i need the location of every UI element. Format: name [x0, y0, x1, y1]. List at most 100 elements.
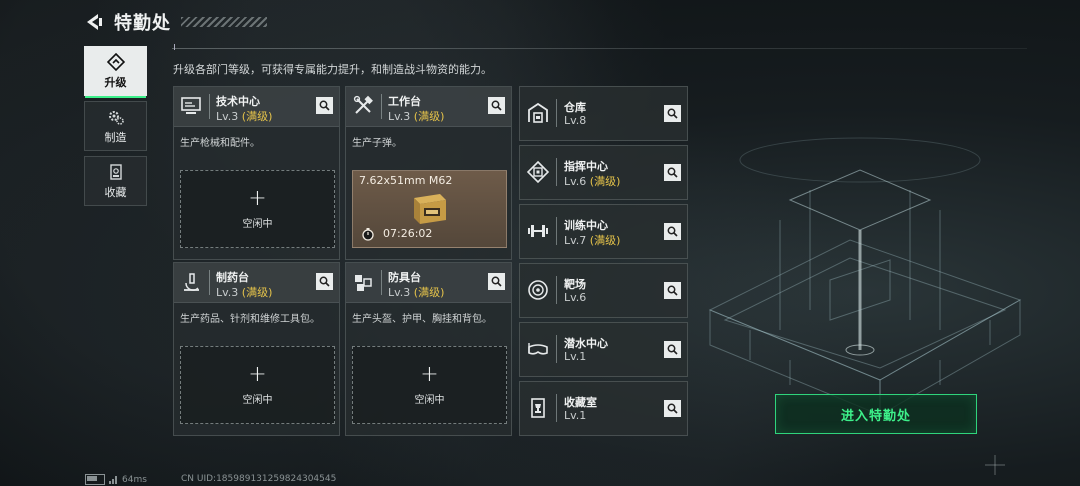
production-item-name: 7.62x51mm M62 — [359, 174, 453, 187]
card-separator — [209, 270, 210, 295]
facility-name: 指挥中心 — [564, 160, 608, 173]
slot-status: 空闲中 — [242, 218, 273, 230]
warehouse-icon — [528, 102, 548, 123]
search-icon — [491, 276, 502, 287]
card-description: 生产头盔、护甲、胸挂和背包。 — [352, 314, 492, 325]
level-value: Lv.3 — [216, 110, 239, 123]
card-separator — [209, 94, 210, 119]
inspect-button[interactable] — [664, 105, 681, 122]
maxed-badge: (满级) — [413, 110, 445, 123]
row-separator — [556, 158, 557, 186]
plus-icon: + — [248, 361, 267, 387]
workstation-card-tech-center: 技术中心 Lv.3 (满级) 生产枪械和配件。 + 空闲中 — [173, 86, 340, 260]
production-slot-empty[interactable]: + 空闲中 — [180, 170, 335, 248]
back-arrow-icon[interactable] — [84, 12, 104, 32]
facility-name: 训练中心 — [564, 219, 608, 232]
card-title: 工作台 — [388, 95, 421, 108]
facility-level: Lv.8 — [564, 114, 586, 127]
inspect-button[interactable] — [664, 282, 681, 299]
facility-level: Lv.7 (满级) — [564, 232, 620, 248]
facility-level: Lv.6 — [564, 291, 586, 304]
slot-status: 空闲中 — [242, 394, 273, 406]
level-value: Lv.3 — [388, 286, 411, 299]
level-value: Lv.1 — [564, 409, 587, 422]
card-header: 防具台 Lv.3 (满级) — [346, 263, 511, 303]
row-separator — [556, 276, 557, 304]
production-slot-empty[interactable]: + 空闲中 — [180, 346, 335, 424]
timer-icon — [362, 228, 374, 241]
inspect-button[interactable] — [316, 97, 333, 114]
building-illustration — [708, 137, 1022, 416]
search-icon — [319, 100, 330, 111]
search-icon — [667, 285, 678, 296]
facility-row-warehouse[interactable]: 仓库 Lv.8 — [519, 86, 688, 141]
workstation-card-armor: 防具台 Lv.3 (满级) 生产头盔、护甲、胸挂和背包。 + 空闲中 — [345, 262, 512, 436]
tab-manufacture[interactable]: 制造 — [84, 101, 147, 151]
crosshair-icon — [985, 455, 1005, 475]
level-value: Lv.6 — [564, 175, 587, 188]
inspect-button[interactable] — [664, 341, 681, 358]
maxed-badge: (满级) — [241, 110, 273, 123]
tab-manufacture-label: 制造 — [104, 130, 127, 144]
chip-icon — [526, 160, 550, 184]
card-description: 生产药品、针剂和维修工具包。 — [180, 314, 320, 325]
facility-row-diving-center[interactable]: 潜水中心 Lv.1 — [519, 322, 688, 377]
inspect-button[interactable] — [488, 273, 505, 290]
page-title: 特勤处 — [114, 13, 171, 34]
tab-upgrade[interactable]: 升级 — [84, 46, 147, 98]
page-header: 特勤处 — [84, 8, 267, 36]
level-value: Lv.8 — [564, 114, 587, 127]
tab-collection[interactable]: 收藏 — [84, 156, 147, 206]
facility-row-collection-room[interactable]: 收藏室 Lv.1 — [519, 381, 688, 436]
facility-row-training-center[interactable]: 训练中心 Lv.7 (满级) — [519, 204, 688, 259]
dumbbell-icon — [528, 225, 548, 237]
search-icon — [667, 344, 678, 355]
tools-icon — [353, 95, 373, 114]
production-slot-empty[interactable]: + 空闲中 — [352, 346, 507, 424]
inspect-button[interactable] — [664, 223, 681, 240]
collection-icon — [109, 163, 122, 180]
level-value: Lv.1 — [564, 350, 587, 363]
ammo-box-icon — [414, 194, 446, 224]
inspect-button[interactable] — [488, 97, 505, 114]
maxed-badge: (满级) — [589, 175, 621, 188]
monitor-icon — [181, 97, 201, 114]
level-value: Lv.3 — [388, 110, 411, 123]
gears-icon — [108, 110, 124, 125]
signal-icon — [109, 476, 117, 484]
user-uid: CN UID:1859891312598243045​45 — [181, 474, 337, 484]
title-decoration — [181, 17, 267, 27]
search-icon — [667, 403, 678, 414]
tab-upgrade-label: 升级 — [104, 75, 127, 89]
microscope-icon — [184, 273, 199, 291]
facility-level: Lv.1 — [564, 350, 586, 363]
facility-name: 收藏室 — [564, 396, 597, 409]
search-icon — [667, 108, 678, 119]
card-separator — [381, 270, 382, 295]
status-footer: 64ms — [85, 474, 147, 485]
inspect-button[interactable] — [664, 164, 681, 181]
inspect-button[interactable] — [664, 400, 681, 417]
facility-level: Lv.6 (满级) — [564, 173, 620, 189]
facility-name: 潜水中心 — [564, 337, 608, 350]
facility-row-command-center[interactable]: 指挥中心 Lv.6 (满级) — [519, 145, 688, 200]
level-value: Lv.6 — [564, 291, 587, 304]
target-icon — [528, 280, 548, 300]
production-slot-active[interactable]: 7.62x51mm M62 07:26:02 — [352, 170, 507, 248]
row-separator — [556, 394, 557, 422]
card-description: 生产枪械和配件。 — [180, 138, 260, 149]
level-value: Lv.7 — [564, 234, 587, 247]
card-header: 工作台 Lv.3 (满级) — [346, 87, 511, 127]
inspect-button[interactable] — [316, 273, 333, 290]
card-level: Lv.3 (满级) — [216, 108, 272, 124]
facility-row-shooting-range[interactable]: 靶场 Lv.6 — [519, 263, 688, 318]
maxed-badge: (满级) — [241, 286, 273, 299]
search-icon — [319, 276, 330, 287]
enter-special-ops-button[interactable]: 进入特勤处 — [775, 394, 977, 434]
search-icon — [491, 100, 502, 111]
maxed-badge: (满级) — [413, 286, 445, 299]
diving-mask-icon — [528, 343, 548, 355]
battery-icon — [85, 474, 105, 485]
card-level: Lv.3 (满级) — [216, 284, 272, 300]
tab-collection-label: 收藏 — [104, 185, 127, 199]
